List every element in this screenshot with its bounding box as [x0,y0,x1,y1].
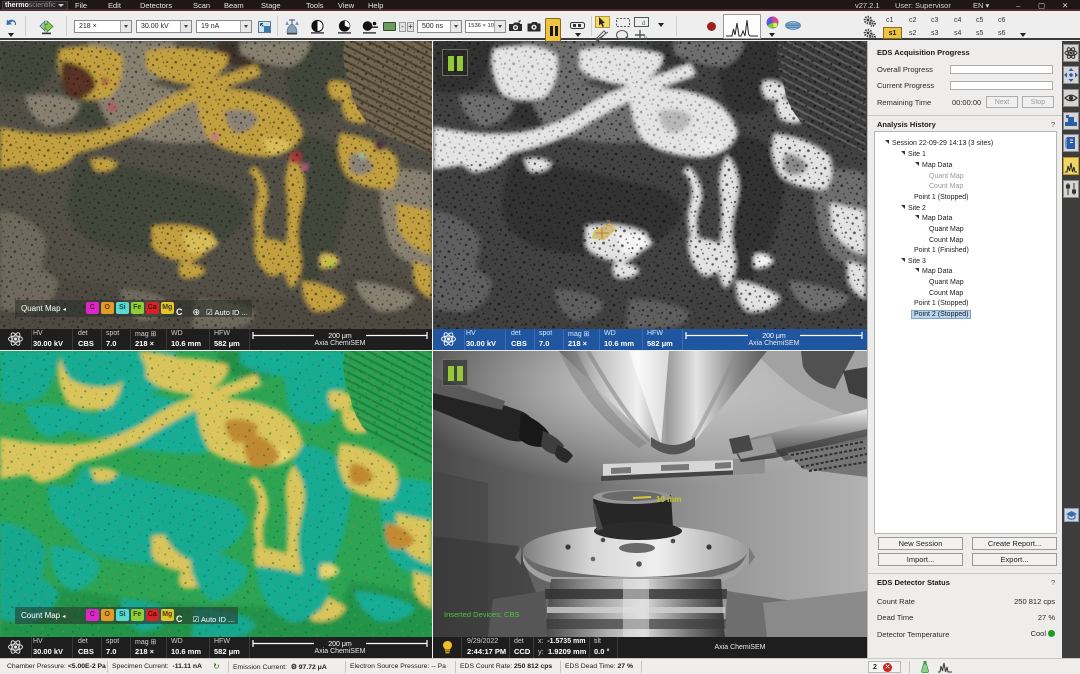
svg-text:d: d [642,21,645,27]
svg-text:200 μm: 200 μm [762,333,786,340]
svg-text:200 μm: 200 μm [328,641,352,648]
svg-text:2: 2 [606,219,611,228]
svg-text:Inserted Devices: CBS: Inserted Devices: CBS [444,610,519,619]
svg-text:10 mm: 10 mm [656,495,681,504]
svg-text:200 μm: 200 μm [328,333,352,340]
